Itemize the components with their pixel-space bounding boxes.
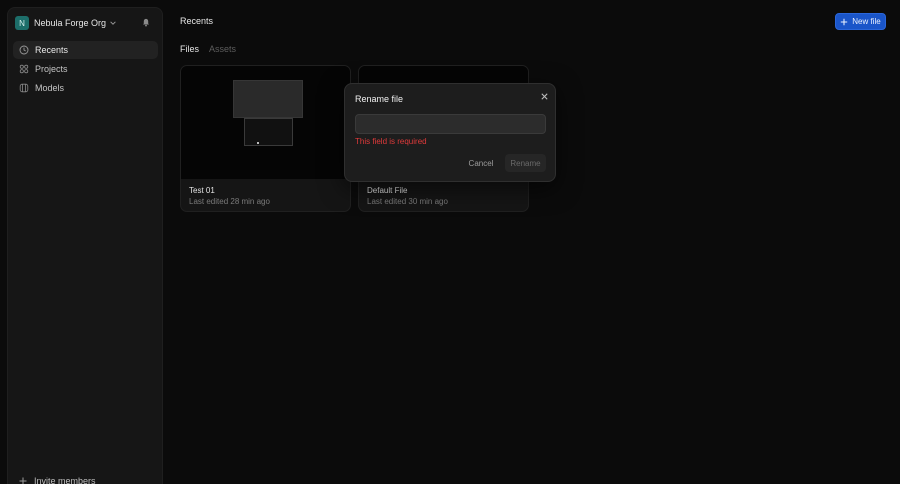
new-file-label: New file — [852, 17, 881, 26]
file-last-edited: Last edited 28 min ago — [189, 197, 270, 206]
org-switcher[interactable]: N Nebula Forge Org — [15, 15, 117, 31]
sidebar-item-projects[interactable]: Projects — [13, 60, 158, 78]
org-name: Nebula Forge Org — [34, 18, 107, 28]
validation-error: This field is required — [355, 137, 427, 146]
file-last-edited: Last edited 30 min ago — [367, 197, 448, 206]
file-name-input[interactable] — [355, 114, 546, 134]
invite-members-label: Invite members — [34, 476, 96, 484]
plus-icon — [841, 18, 848, 25]
sidebar-nav: Recents Projects Models — [13, 41, 158, 98]
content-tabs: Files Assets — [180, 44, 236, 54]
page-title: Recents — [180, 16, 214, 26]
rename-button[interactable]: Rename — [505, 154, 546, 172]
file-thumbnail — [181, 66, 350, 179]
new-file-button[interactable]: New file — [835, 13, 886, 30]
file-name: Test 01 — [189, 186, 215, 195]
app-root: N Nebula Forge Org Recents Projects Mode… — [0, 0, 900, 484]
close-icon[interactable] — [540, 92, 549, 101]
tab-files[interactable]: Files — [180, 44, 199, 54]
sidebar: N Nebula Forge Org Recents Projects Mode… — [7, 7, 163, 484]
chevron-down-icon — [110, 21, 116, 25]
org-avatar: N — [15, 16, 29, 30]
sidebar-item-models[interactable]: Models — [13, 79, 158, 97]
sidebar-item-label: Projects — [35, 64, 68, 74]
file-card[interactable]: Test 01 Last edited 28 min ago — [180, 65, 351, 212]
thumbnail-shape — [233, 80, 303, 118]
dialog-title: Rename file — [355, 94, 404, 104]
cube-icon — [19, 83, 29, 93]
clock-icon — [19, 45, 29, 55]
file-name: Default File — [367, 186, 408, 195]
bell-icon[interactable] — [141, 17, 151, 27]
rename-file-dialog: Rename file This field is required Cance… — [344, 83, 556, 182]
sidebar-item-label: Recents — [35, 45, 69, 55]
invite-members-button[interactable]: Invite members — [18, 476, 96, 484]
thumbnail-shape — [244, 118, 293, 146]
sidebar-item-label: Models — [35, 83, 65, 93]
tab-assets[interactable]: Assets — [209, 44, 236, 54]
plus-icon — [19, 477, 27, 484]
cancel-button[interactable]: Cancel — [465, 156, 497, 171]
sidebar-item-recents[interactable]: Recents — [13, 41, 158, 59]
grid-icon — [19, 64, 29, 74]
